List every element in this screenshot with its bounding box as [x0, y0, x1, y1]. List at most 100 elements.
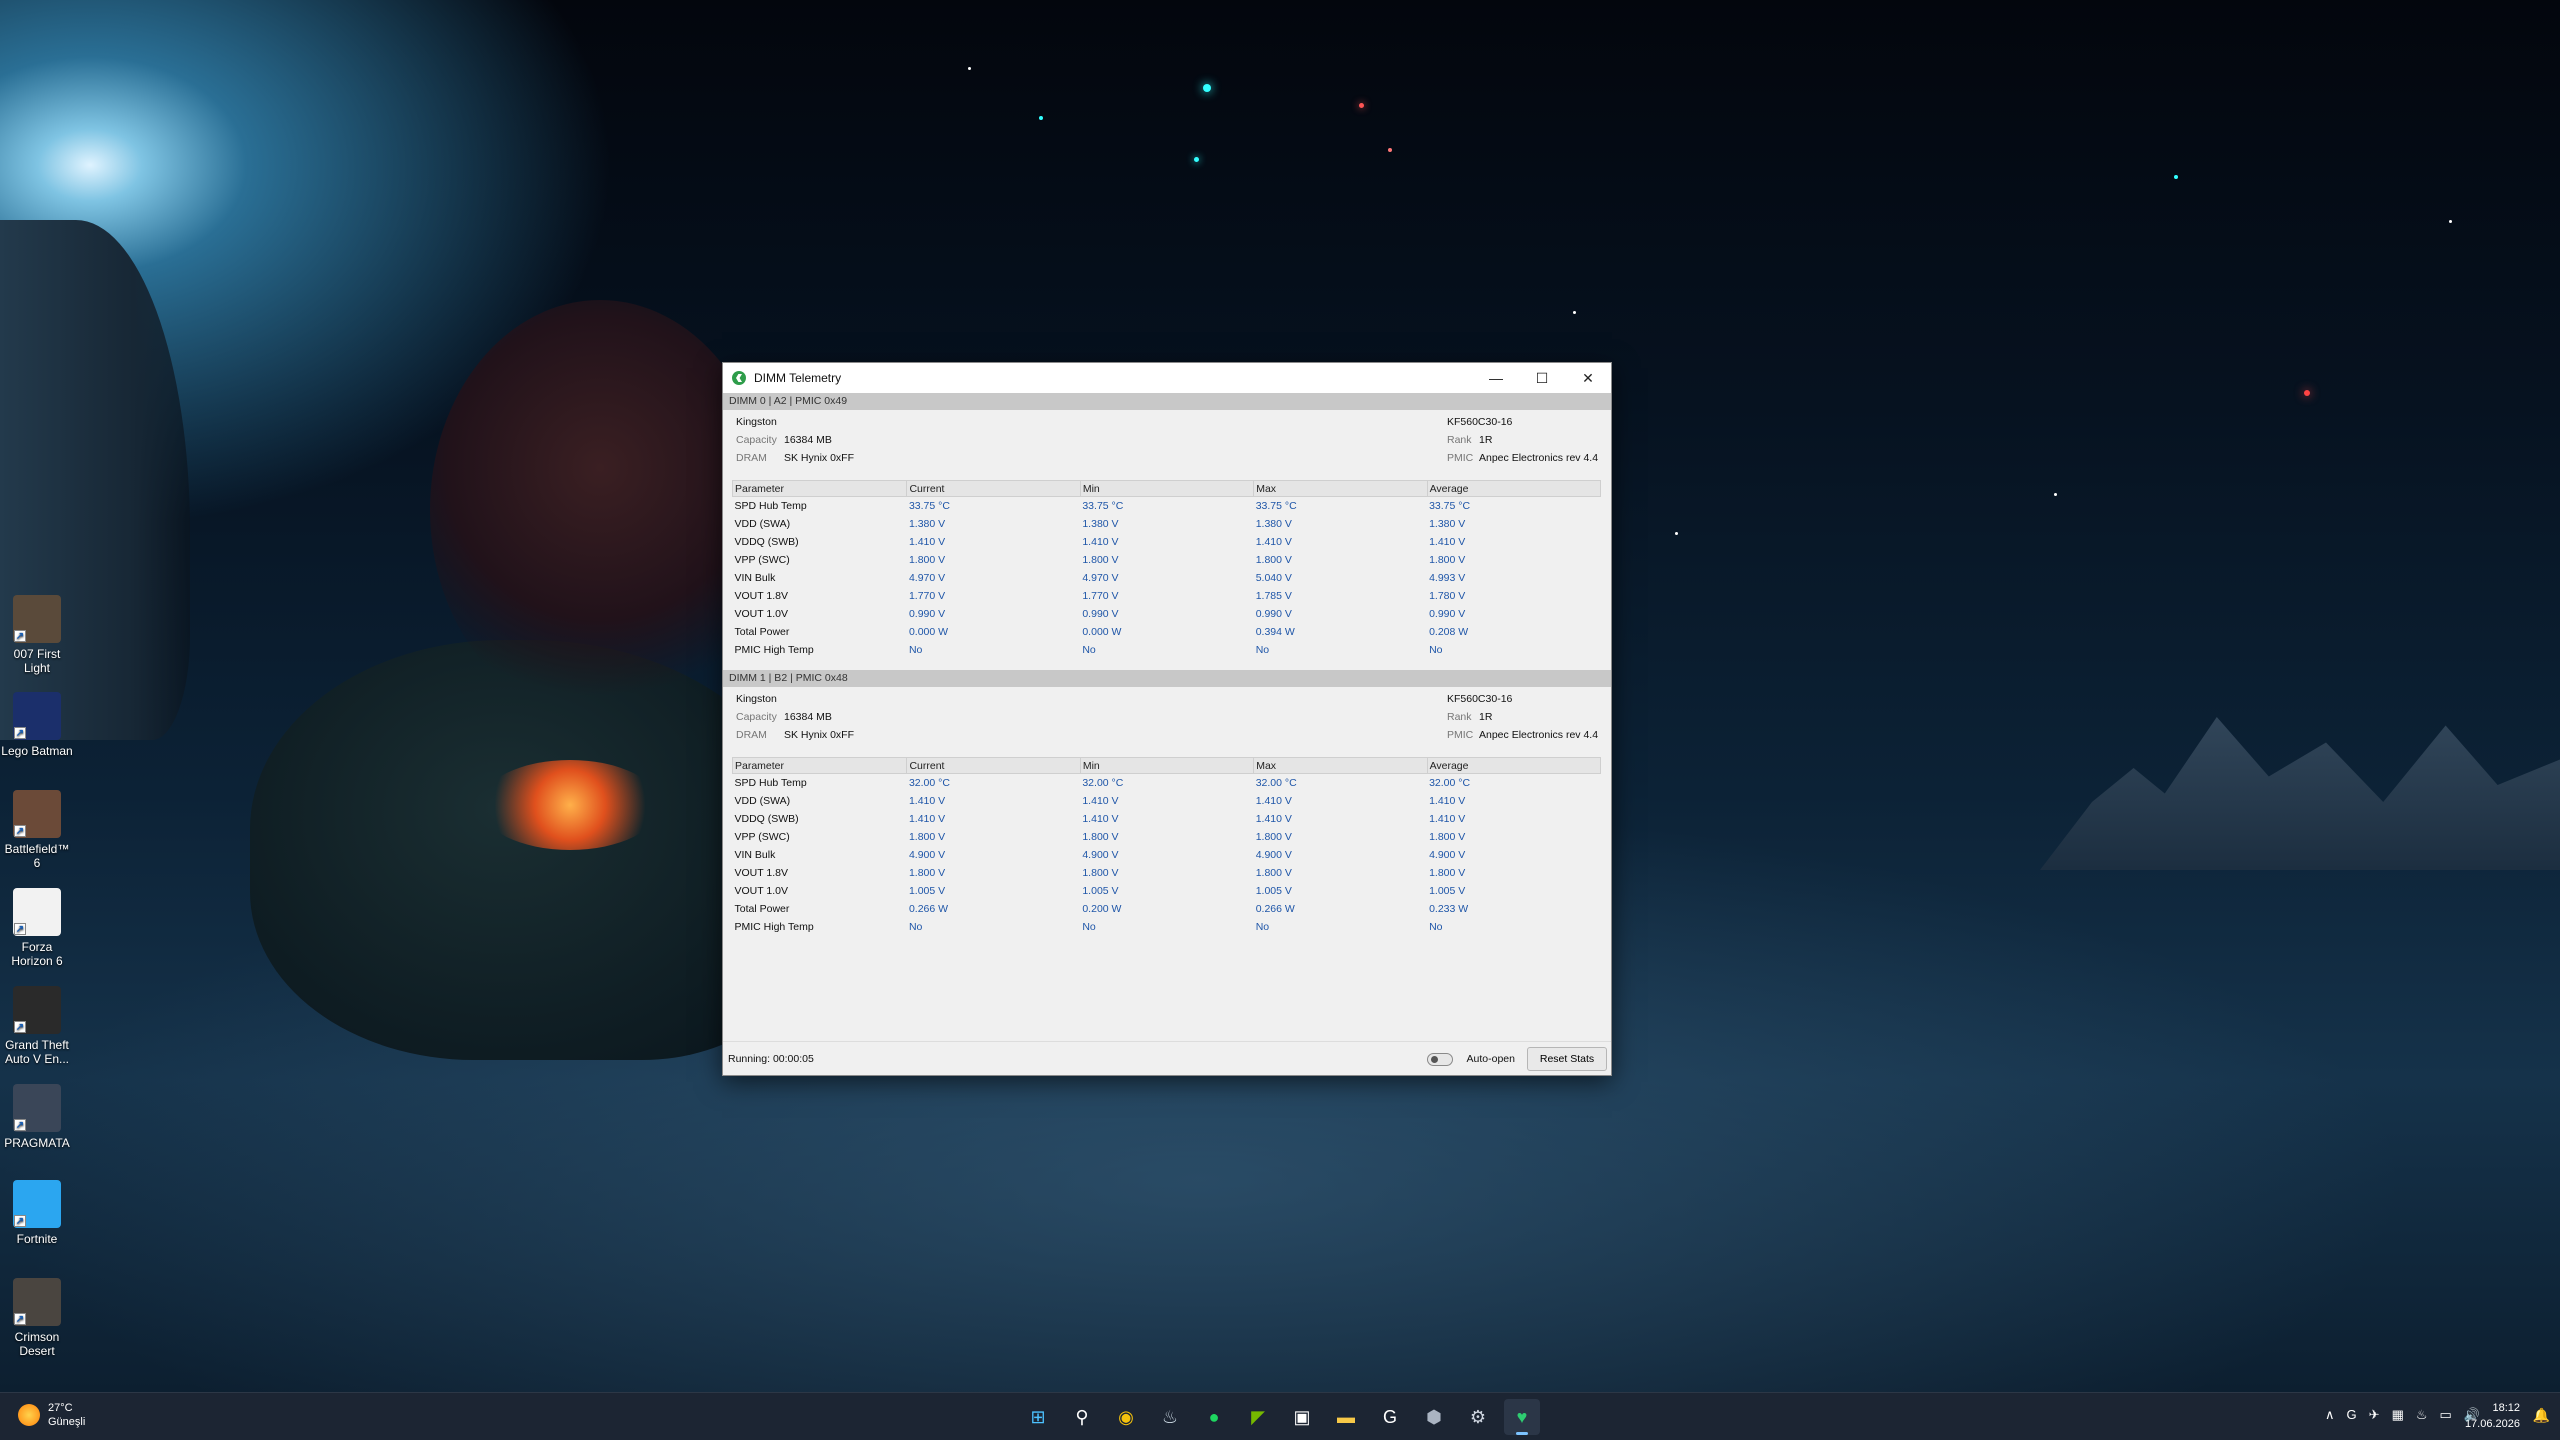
table-row: VIN Bulk 4.900 V 4.900 V 4.900 V 4.900 V	[733, 846, 1601, 864]
dimm-info: Kingston Capacity 16384 MB DRAM SK Hynix 0xF…	[723, 410, 1611, 480]
column-header[interactable]: Max	[1253, 480, 1428, 497]
spotify-icon[interactable]: ●	[1196, 1399, 1232, 1435]
value-cell: 4.900 V	[908, 848, 946, 861]
column-header[interactable]: Max	[1253, 757, 1428, 774]
close-button[interactable]: ✕	[1565, 363, 1611, 393]
desktop-icon[interactable]: ↗ Battlefield™ 6	[0, 790, 74, 870]
parameter-cell: VDDQ (SWB)	[734, 535, 799, 548]
nvidia-icon[interactable]: ◤	[1240, 1399, 1276, 1435]
dimm-section: DIMM 0 | A2 | PMIC 0x49 Kingston Capacity 1…	[723, 393, 1611, 670]
g-hub-icon[interactable]: G	[1372, 1399, 1408, 1435]
column-header[interactable]: Current	[906, 757, 1081, 774]
desktop-icon[interactable]: ↗ 007 First Light	[0, 595, 74, 675]
network-icon[interactable]: ▭	[2440, 1407, 2452, 1423]
value-cell: 1.800 V	[908, 866, 946, 879]
dram-label: DRAM	[736, 452, 767, 464]
reset-stats-button[interactable]: Reset Stats	[1527, 1047, 1607, 1071]
dimm-vendor: Kingston	[736, 693, 777, 705]
table-row: Total Power 0.266 W 0.200 W 0.266 W 0.233 W	[733, 900, 1601, 918]
desktop-icon[interactable]: ↗ Fortnite	[0, 1180, 74, 1246]
column-header[interactable]: Parameter	[731, 757, 908, 774]
value-cell: 0.990 V	[1255, 607, 1292, 620]
column-header[interactable]: Average	[1426, 757, 1602, 774]
weather-temp: 27°C	[48, 1402, 73, 1414]
star	[1203, 84, 1211, 92]
dimm-telemetry-window[interactable]: DIMM Telemetry — ☐ ✕ DIMM 0 | A2 | PMIC …	[722, 362, 1612, 1076]
desktop-icon[interactable]: ↗ PRAGMATA	[0, 1084, 74, 1150]
column-header[interactable]: Min	[1079, 480, 1255, 497]
weather-widget[interactable]: 27°C Güneşli	[18, 1401, 85, 1429]
store-icon[interactable]: ▣	[1284, 1399, 1320, 1435]
file-explorer-icon[interactable]: ▬	[1328, 1399, 1364, 1435]
notification-bell-icon[interactable]: 🔔	[2533, 1407, 2550, 1424]
table-row: VPP (SWC) 1.800 V 1.800 V 1.800 V 1.800 V	[733, 551, 1601, 569]
value-cell: 1.410 V	[1082, 812, 1119, 825]
parameter-cell: PMIC High Temp	[734, 920, 814, 933]
value-cell: 1.410 V	[908, 794, 946, 807]
app-tray-icon[interactable]: ▦	[2392, 1407, 2404, 1423]
auto-open-toggle[interactable]	[1427, 1053, 1453, 1066]
value-cell: 1.800 V	[1255, 830, 1292, 843]
clock-time: 18:12	[2492, 1402, 2520, 1414]
value-cell: 0.266 W	[908, 902, 949, 915]
parameter-cell: VDD (SWA)	[734, 794, 791, 807]
column-header[interactable]: Min	[1079, 757, 1255, 774]
app-logo-icon	[732, 371, 746, 385]
value-cell: No	[1429, 920, 1443, 933]
parameter-cell: SPD Hub Temp	[734, 499, 807, 512]
value-cell: 1.005 V	[1429, 884, 1466, 897]
search-icon[interactable]: ⚲	[1064, 1399, 1100, 1435]
parameter-cell: VIN Bulk	[734, 571, 776, 584]
value-cell: 33.75 °C	[1082, 499, 1124, 512]
steam-icon[interactable]: ♨	[1152, 1399, 1188, 1435]
maximize-button[interactable]: ☐	[1519, 363, 1565, 393]
desktop-icon[interactable]: ↗ Grand Theft Auto V En...	[0, 986, 74, 1066]
desktop-icon[interactable]: ↗ Lego Batman	[0, 692, 74, 758]
table-row: VOUT 1.8V 1.770 V 1.770 V 1.785 V 1.780 V	[733, 587, 1601, 605]
window-titlebar[interactable]: DIMM Telemetry — ☐ ✕	[723, 363, 1611, 393]
chrome-icon[interactable]: ◉	[1108, 1399, 1144, 1435]
column-header[interactable]: Average	[1426, 480, 1602, 497]
value-cell: 1.410 V	[1429, 794, 1466, 807]
star	[1194, 157, 1199, 162]
desktop-icon[interactable]: ↗ Crimson Desert	[0, 1278, 74, 1358]
clock[interactable]: 18:12 17.06.2026	[2465, 1400, 2520, 1432]
table-row: VPP (SWC) 1.800 V 1.800 V 1.800 V 1.800 V	[733, 828, 1601, 846]
value-cell: 4.900 V	[1429, 848, 1466, 861]
dimm-telemetry-icon[interactable]: ♥	[1504, 1399, 1540, 1435]
desktop-icon-label: Battlefield™ 6	[4, 842, 70, 870]
desktop-icon-label: Grand Theft Auto V En...	[4, 1038, 70, 1066]
value-cell: 1.380 V	[1429, 517, 1466, 530]
value-cell: 1.410 V	[1255, 812, 1292, 825]
star	[1573, 311, 1576, 314]
wallpaper-fire	[480, 760, 660, 850]
value-cell: 4.970 V	[1082, 571, 1119, 584]
g-hub-tray-icon[interactable]: G	[2347, 1407, 2357, 1423]
desktop-icon-label: Crimson Desert	[14, 1330, 60, 1358]
minimize-button[interactable]: —	[1473, 363, 1519, 393]
table-header-row: Parameter Current Min Max Average	[731, 757, 1602, 774]
plane-tray-icon[interactable]: ✈	[2369, 1407, 2380, 1423]
value-cell: 0.000 W	[908, 625, 949, 638]
parameter-cell: VOUT 1.8V	[734, 866, 789, 879]
chevron-up-icon[interactable]: ∧	[2325, 1407, 2335, 1423]
capacity-label: Capacity	[736, 711, 777, 723]
value-cell: 4.970 V	[908, 571, 946, 584]
rank-label: Rank	[1447, 434, 1472, 446]
app-hex-icon[interactable]: ⬢	[1416, 1399, 1452, 1435]
wallpaper-tree	[430, 300, 770, 720]
start-icon[interactable]: ⊞	[1020, 1399, 1056, 1435]
forza-icon: ↗	[13, 888, 61, 936]
value-cell: 4.993 V	[1429, 571, 1466, 584]
value-cell: 1.410 V	[1082, 535, 1119, 548]
steam-tray-icon[interactable]: ♨	[2416, 1407, 2428, 1423]
crimson-desert-icon: ↗	[13, 1278, 61, 1326]
column-header[interactable]: Current	[906, 480, 1081, 497]
value-cell: 1.800 V	[1429, 866, 1466, 879]
settings-icon[interactable]: ⚙	[1460, 1399, 1496, 1435]
capacity-value: 16384 MB	[784, 711, 832, 723]
desktop-icon[interactable]: ↗ Forza Horizon 6	[0, 888, 74, 968]
dimm-part-number: KF560C30-16	[1447, 693, 1513, 705]
column-header[interactable]: Parameter	[731, 480, 908, 497]
value-cell: 0.266 W	[1255, 902, 1295, 915]
